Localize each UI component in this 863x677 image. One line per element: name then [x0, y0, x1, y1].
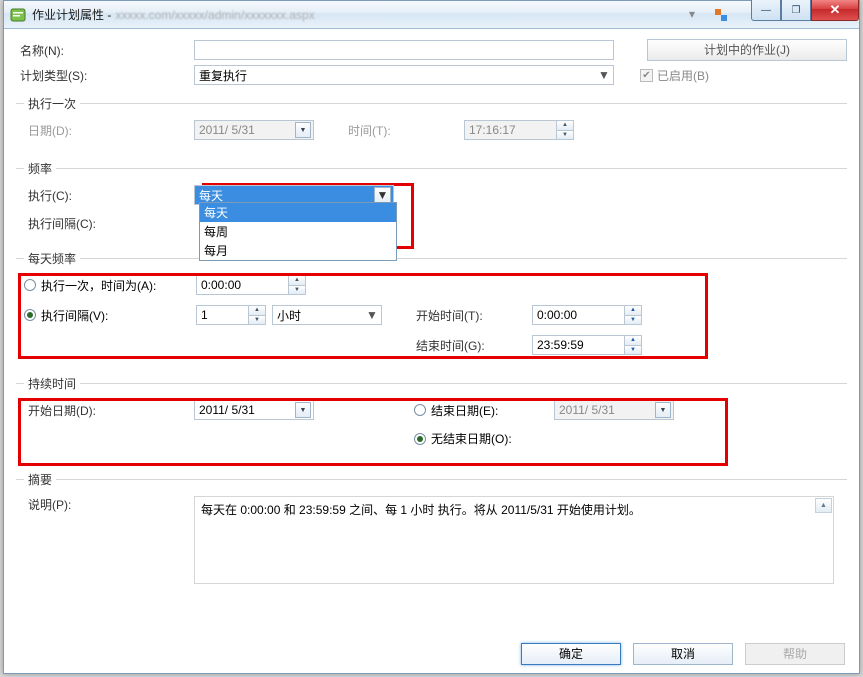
check-icon: ✔ — [640, 69, 653, 82]
minimize-icon: — — [761, 5, 771, 16]
radio-icon — [24, 279, 36, 291]
minimize-button[interactable]: — — [751, 0, 781, 21]
dropdown-option-weekly[interactable]: 每周 — [200, 222, 396, 241]
daily-start-time-input[interactable]: 0:00:00 ▲▼ — [532, 305, 642, 325]
enabled-label: 已启用(B) — [657, 67, 709, 84]
daily-frequency-legend: 每天频率 — [24, 250, 80, 267]
schedule-type-label: 计划类型(S): — [16, 67, 186, 84]
daily-interval-unit-value: 小时 — [277, 307, 301, 324]
ok-button[interactable]: 确定 — [521, 643, 621, 665]
daily-start-label: 开始时间(T): — [412, 307, 532, 324]
schedule-type-value: 重复执行 — [199, 67, 247, 84]
close-icon: ✕ — [830, 2, 841, 18]
dialog-window: 作业计划属性 - xxxxx.com/xxxxx/admin/xxxxxxx.a… — [3, 0, 860, 674]
daily-end-value: 23:59:59 — [537, 338, 584, 352]
spinner-icon: ▲▼ — [556, 121, 573, 139]
daily-interval-label: 执行间隔(V): — [41, 307, 108, 324]
exec-label: 执行(C): — [24, 187, 194, 204]
once-date-label: 日期(D): — [24, 122, 194, 139]
chevron-down-icon: ▼ — [365, 308, 379, 322]
daily-interval-input[interactable]: 1 ▲▼ — [196, 305, 266, 325]
calendar-icon: ▼ — [655, 402, 671, 418]
radio-icon — [414, 404, 426, 416]
calendar-icon: ▼ — [295, 122, 311, 138]
description-label: 说明(P): — [24, 496, 194, 513]
summary-group: 摘要 说明(P): 每天在 0:00:00 和 23:59:59 之间、每 1 … — [16, 471, 847, 604]
daily-interval-value: 1 — [201, 308, 208, 322]
daily-once-label: 执行一次，时间为(A): — [41, 277, 156, 294]
window-subtitle: xxxxx.com/xxxxx/admin/xxxxxxx.aspx — [115, 8, 314, 22]
end-date-radio[interactable]: 结束日期(E): — [414, 402, 554, 419]
exec-interval-label: 执行间隔(C): — [24, 215, 194, 232]
calendar-icon[interactable]: ▼ — [295, 402, 311, 418]
schedule-type-select[interactable]: 重复执行 ▼ — [194, 65, 614, 85]
scroll-up-icon[interactable]: ▲ — [815, 498, 832, 513]
daily-end-time-input[interactable]: 23:59:59 ▲▼ — [532, 335, 642, 355]
description-textarea[interactable]: 每天在 0:00:00 和 23:59:59 之间、每 1 小时 执行。将从 2… — [194, 496, 834, 584]
frequency-legend: 频率 — [24, 160, 56, 177]
start-date-input[interactable]: 2011/ 5/31 ▼ — [194, 400, 314, 420]
daily-start-value: 0:00:00 — [537, 308, 577, 322]
start-date-label: 开始日期(D): — [24, 402, 194, 419]
daily-once-radio[interactable]: 执行一次，时间为(A): — [24, 277, 196, 294]
once-time-input: 17:16:17 ▲▼ — [464, 120, 574, 140]
dialog-buttons: 确定 取消 帮助 — [521, 643, 845, 665]
duration-group: 持续时间 开始日期(D): 2011/ 5/31 ▼ 结束日期(E): 2011… — [16, 375, 847, 465]
close-button[interactable]: ✕ — [811, 0, 859, 21]
radio-icon — [414, 433, 426, 445]
restore-icon: ❐ — [792, 5, 801, 16]
exec-frequency-dropdown[interactable]: 每天 每周 每月 — [199, 202, 397, 261]
radio-icon — [24, 309, 36, 321]
summary-legend: 摘要 — [24, 471, 56, 488]
enabled-checkbox[interactable]: ✔ 已启用(B) — [640, 67, 709, 84]
daily-frequency-group: 每天频率 执行一次，时间为(A): 0:00:00 ▲▼ 执行间隔(V): — [16, 250, 847, 369]
jobs-in-schedule-button[interactable]: 计划中的作业(J) — [647, 39, 847, 61]
once-date-value: 2011/ 5/31 — [199, 123, 255, 137]
window-controls: — ❐ ✕ — [751, 0, 859, 21]
exec-frequency-value: 每天 — [199, 187, 223, 204]
spinner-icon[interactable]: ▲▼ — [624, 306, 641, 324]
once-date-input: 2011/ 5/31 ▼ — [194, 120, 314, 140]
spinner-icon[interactable]: ▲▼ — [288, 276, 305, 294]
daily-end-label: 结束时间(G): — [412, 337, 532, 354]
start-date-value: 2011/ 5/31 — [199, 403, 255, 417]
once-time-label: 时间(T): — [344, 122, 464, 139]
window-title: 作业计划属性 - — [32, 6, 111, 23]
dropdown-marker-icon: ▾ — [689, 7, 705, 23]
daily-once-time-input[interactable]: 0:00:00 ▲▼ — [196, 275, 306, 295]
dropdown-option-daily[interactable]: 每天 — [200, 203, 396, 222]
chevron-down-icon[interactable]: ▼ — [374, 187, 391, 204]
end-date-value: 2011/ 5/31 — [559, 403, 615, 417]
frequency-group: 频率 执行(C): 每天 ▼ 执行间隔(C): 每天 每周 每月 — [16, 160, 847, 244]
no-end-date-label: 无结束日期(O): — [431, 430, 512, 447]
help-button[interactable]: 帮助 — [745, 643, 845, 665]
description-value: 每天在 0:00:00 和 23:59:59 之间、每 1 小时 执行。将从 2… — [201, 503, 641, 517]
spinner-icon[interactable]: ▲▼ — [248, 306, 265, 324]
end-date-input: 2011/ 5/31 ▼ — [554, 400, 674, 420]
dropdown-option-monthly[interactable]: 每月 — [200, 241, 396, 260]
name-label: 名称(N): — [16, 42, 186, 59]
titlebar-extra-icons: ▾ — [689, 7, 729, 23]
once-time-value: 17:16:17 — [469, 123, 516, 137]
end-date-label: 结束日期(E): — [431, 402, 498, 419]
restore-button[interactable]: ❐ — [781, 0, 811, 21]
daily-interval-unit-select[interactable]: 小时 ▼ — [272, 305, 382, 325]
cancel-button[interactable]: 取消 — [633, 643, 733, 665]
daily-once-value: 0:00:00 — [201, 278, 241, 292]
titlebar[interactable]: 作业计划属性 - xxxxx.com/xxxxx/admin/xxxxxxx.a… — [4, 1, 859, 29]
name-input[interactable] — [194, 40, 614, 60]
no-end-date-radio[interactable]: 无结束日期(O): — [414, 430, 594, 447]
run-once-legend: 执行一次 — [24, 95, 80, 112]
spinner-icon[interactable]: ▲▼ — [624, 336, 641, 354]
daily-interval-radio[interactable]: 执行间隔(V): — [24, 307, 196, 324]
dialog-body: 名称(N): 计划中的作业(J) 计划类型(S): 重复执行 ▼ ✔ 已启用(B… — [4, 29, 859, 673]
plugin-icon — [713, 7, 729, 23]
run-once-group: 执行一次 日期(D): 2011/ 5/31 ▼ 时间(T): 17:16:17… — [16, 95, 847, 154]
app-icon — [10, 7, 26, 23]
chevron-down-icon: ▼ — [597, 68, 611, 82]
duration-legend: 持续时间 — [24, 375, 80, 392]
